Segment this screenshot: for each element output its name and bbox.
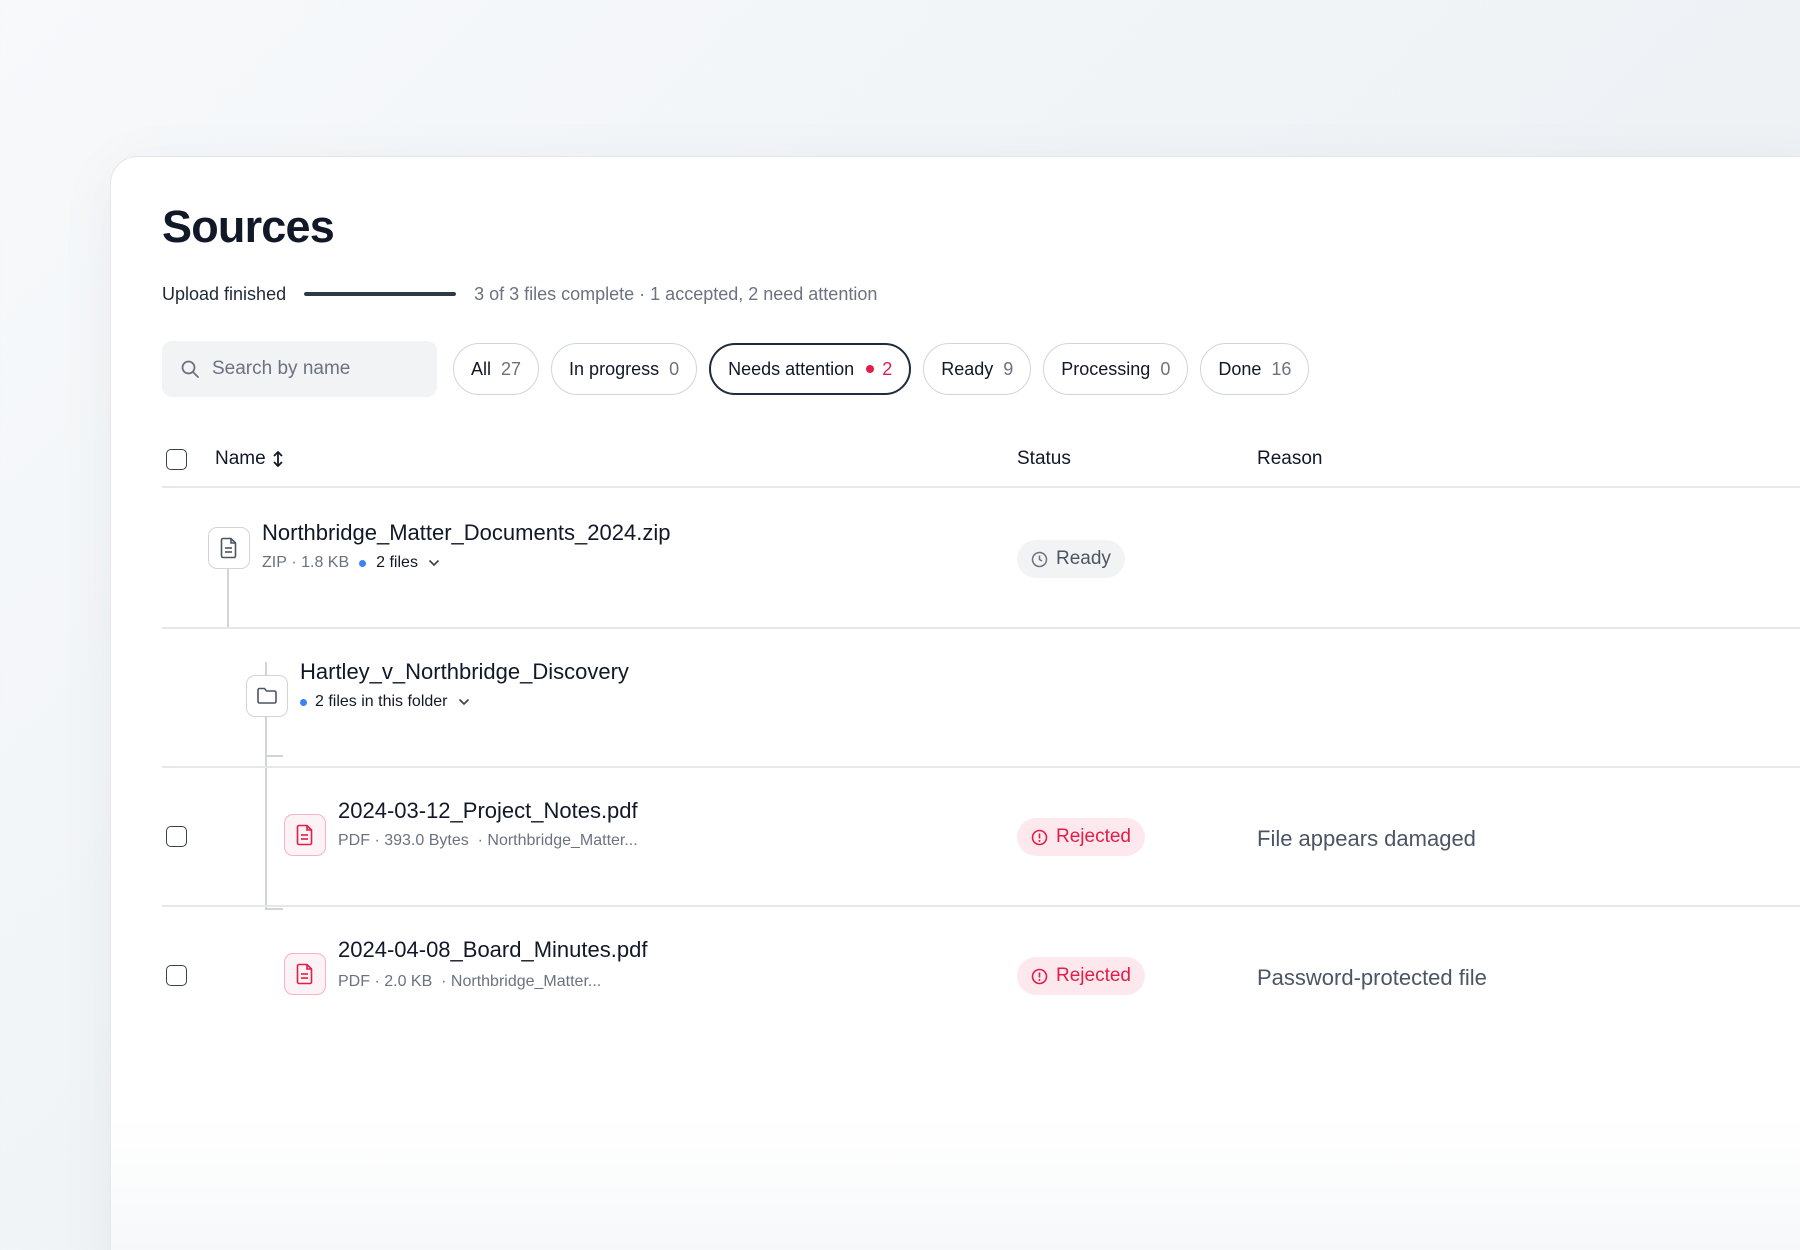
folder-icon (246, 675, 288, 717)
chevron-down-icon (428, 559, 440, 567)
row-checkbox[interactable] (166, 826, 187, 847)
select-all-checkbox[interactable] (166, 448, 187, 470)
clock-icon (1031, 551, 1048, 567)
pdf-document-icon (284, 814, 326, 856)
file-meta: PDF · 393.0 Bytes · Northbridge_Matter..… (338, 832, 638, 849)
info-dot-icon (359, 559, 367, 567)
filter-count: 0 (669, 358, 680, 379)
file-name[interactable]: 2024-03-12_Project_Notes.pdf (338, 798, 638, 824)
sources-panel: Sources Upload finished 3 of 3 files com… (110, 156, 1800, 1250)
table-row[interactable]: Hartley_v_Northbridge_Discovery 2 files … (162, 629, 1800, 768)
table-header: Name Status Reason (162, 432, 1800, 488)
search-box[interactable] (162, 341, 437, 397)
alert-dot-icon (866, 365, 875, 373)
alert-circle-icon (1031, 968, 1048, 984)
column-status-header: Status (1017, 448, 1071, 469)
table-row[interactable]: Northbridge_Matter_Documents_2024.zip ZI… (162, 490, 1800, 629)
alert-circle-icon (1031, 829, 1048, 845)
status-text: Ready (1056, 548, 1111, 569)
table-row[interactable]: 2024-03-12_Project_Notes.pdf PDF · 393.0… (162, 768, 1800, 907)
filter-count: 0 (1160, 358, 1171, 379)
upload-status: Upload finished 3 of 3 files complete · … (162, 282, 877, 306)
upload-progress-bar (304, 292, 457, 296)
file-size: 1.8 KB (301, 554, 350, 571)
reason-text: File appears damaged (1257, 826, 1476, 851)
table-row[interactable]: 2024-04-08_Board_Minutes.pdf PDF · 2.0 K… (162, 907, 1800, 1046)
search-icon (181, 360, 199, 378)
status-text: Rejected (1056, 965, 1131, 986)
filter-done[interactable]: Done 16 (1200, 343, 1310, 395)
filter-label: Needs attention (728, 358, 855, 379)
file-name[interactable]: Northbridge_Matter_Documents_2024.zip (262, 520, 670, 546)
column-name-header[interactable]: Name (215, 448, 284, 470)
file-location: Northbridge_Matter... (487, 832, 638, 849)
file-size: 393.0 Bytes (384, 832, 469, 849)
filter-count: 2 (882, 358, 893, 379)
filter-count: 27 (501, 358, 522, 379)
filter-chips: All 27 In progress 0 Needs attention 2 R… (453, 341, 1310, 397)
folder-name[interactable]: Hartley_v_Northbridge_Discovery (300, 659, 629, 685)
filter-label: All (471, 358, 492, 379)
reason-text: Password-protected file (1257, 965, 1487, 990)
file-count: 2 files (376, 554, 418, 571)
column-reason-header: Reason (1257, 448, 1323, 469)
filter-count: 9 (1003, 358, 1014, 379)
expand-files-toggle[interactable]: 2 files (376, 554, 440, 572)
filter-count: 16 (1271, 358, 1292, 379)
file-meta: PDF · 2.0 KB · Northbridge_Matter... (338, 973, 602, 990)
info-dot-icon (300, 698, 307, 706)
upload-label: Upload finished (162, 283, 287, 304)
search-input[interactable] (212, 358, 412, 380)
chevron-down-icon (458, 698, 469, 706)
filter-ready[interactable]: Ready 9 (923, 343, 1032, 395)
file-type: ZIP (262, 554, 287, 571)
folder-meta: 2 files in this folder (290, 693, 470, 711)
row-checkbox[interactable] (166, 965, 187, 986)
status-text: Rejected (1056, 826, 1131, 847)
filter-needs-attention[interactable]: Needs attention 2 (709, 343, 912, 395)
pdf-document-icon (284, 953, 326, 995)
filter-label: Ready (941, 358, 994, 379)
expand-folder-toggle[interactable]: 2 files in this folder (315, 693, 470, 711)
file-type: PDF (338, 832, 370, 849)
filter-label: Done (1218, 358, 1262, 379)
file-meta: ZIP · 1.8 KB 2 files (262, 554, 440, 572)
filter-processing[interactable]: Processing 0 (1043, 343, 1189, 395)
filter-label: In progress (569, 358, 660, 379)
column-name-label: Name (215, 448, 266, 469)
file-size: 2.0 KB (384, 973, 433, 990)
page-title: Sources (162, 201, 335, 252)
upload-progress-fill (304, 292, 457, 296)
status-badge: Ready (1017, 540, 1125, 578)
upload-summary: 3 of 3 files complete · 1 accepted, 2 ne… (474, 283, 878, 304)
filter-in-progress[interactable]: In progress 0 (551, 343, 698, 395)
filter-label: Processing (1061, 358, 1151, 379)
folder-file-count: 2 files in this folder (315, 693, 448, 710)
file-location: Northbridge_Matter... (450, 973, 602, 990)
status-badge: Rejected (1017, 957, 1145, 995)
sort-icon (273, 450, 283, 468)
document-icon (208, 527, 250, 569)
file-type: PDF (338, 973, 370, 990)
file-name[interactable]: 2024-04-08_Board_Minutes.pdf (338, 937, 647, 963)
filter-all[interactable]: All 27 (453, 343, 540, 395)
status-badge: Rejected (1017, 818, 1145, 856)
